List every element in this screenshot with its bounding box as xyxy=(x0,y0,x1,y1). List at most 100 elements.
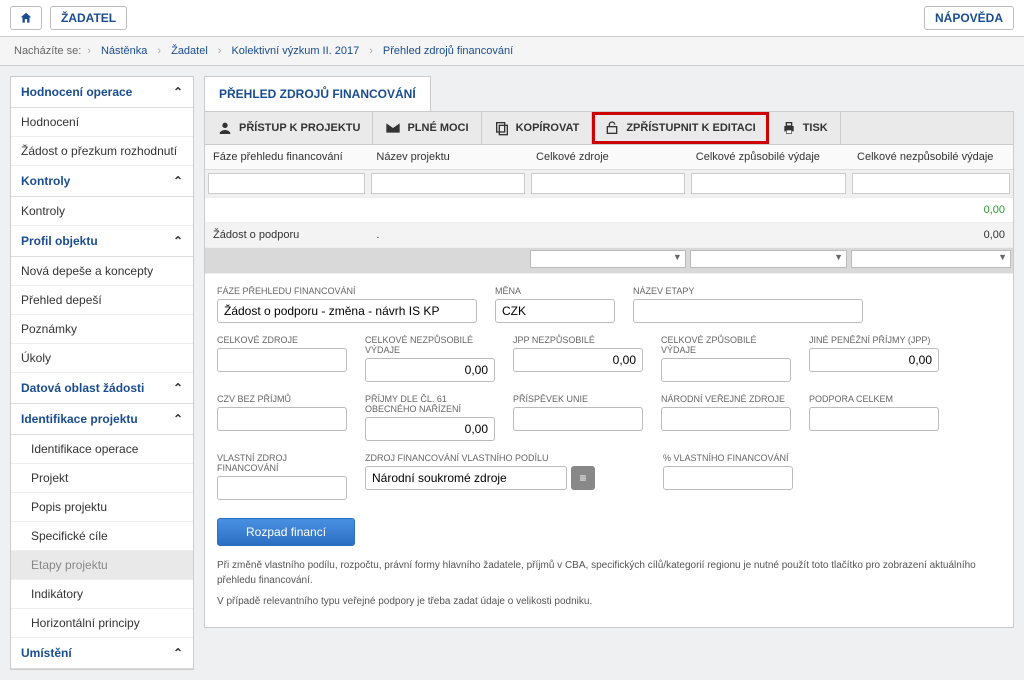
col-celkove-nezpusobile[interactable]: Celkové nezpůsobilé výdaje xyxy=(849,145,1013,170)
input-celkove-nezpusobile[interactable] xyxy=(365,358,495,382)
filter-nazev[interactable] xyxy=(371,173,525,194)
input-faze[interactable] xyxy=(217,299,477,323)
breadcrumb-item[interactable]: Kolektivní výzkum II. 2017 xyxy=(227,45,363,57)
lookup-button[interactable]: ≡ xyxy=(571,466,595,490)
tisk-button[interactable]: TISK xyxy=(769,112,841,144)
input-podpora[interactable] xyxy=(809,407,939,431)
people-icon xyxy=(217,120,233,136)
label-czv: CZV BEZ PŘÍJMŮ xyxy=(217,394,347,404)
paging-select[interactable] xyxy=(530,250,686,268)
col-celkove-zdroje[interactable]: Celkové zdroje xyxy=(528,145,688,170)
label-celkove-nezpusobile: CELKOVÉ NEZPŮSOBILÉ VÝDAJE xyxy=(365,335,495,355)
zadatel-button[interactable]: ŽADATEL xyxy=(50,6,127,30)
filter-zpusobile[interactable] xyxy=(691,173,846,194)
input-nazev-etapy[interactable] xyxy=(633,299,863,323)
sidebar-item-nova-depese[interactable]: Nová depeše a koncepty xyxy=(11,257,193,286)
label-faze: FÁZE PŘEHLEDU FINANCOVÁNÍ xyxy=(217,286,477,296)
label-jpp-nezpusobile: JPP NEZPŮSOBILÉ xyxy=(513,335,643,345)
chevron-up-icon: ⌃ xyxy=(173,646,183,660)
table-row[interactable]: Žádost o podporu . 0,00 xyxy=(205,223,1013,248)
print-icon xyxy=(781,120,797,136)
sidebar-group-hodnoceni-operace[interactable]: Hodnocení operace ⌃ xyxy=(11,77,193,108)
sidebar-group-umisteni[interactable]: Umístění ⌃ xyxy=(11,638,193,669)
chevron-up-icon: ⌃ xyxy=(173,412,183,426)
breadcrumb-label: Nacházíte se: xyxy=(14,45,81,57)
sidebar-group-kontroly[interactable]: Kontroly ⌃ xyxy=(11,166,193,197)
home-icon xyxy=(19,11,33,25)
label-celkove-zdroje: CELKOVÉ ZDROJE xyxy=(217,335,347,345)
home-button[interactable] xyxy=(10,6,42,30)
col-nazev[interactable]: Název projektu xyxy=(368,145,528,170)
chevron-up-icon: ⌃ xyxy=(173,85,183,99)
input-vlastni-zdroj[interactable] xyxy=(217,476,347,500)
label-jpp: JINÉ PENĚŽNÍ PŘÍJMY (JPP) xyxy=(809,335,939,345)
plne-moci-button[interactable]: PLNÉ MOCI xyxy=(373,112,481,144)
input-narodni[interactable] xyxy=(661,407,791,431)
sidebar-item-hodnoceni[interactable]: Hodnocení xyxy=(11,108,193,137)
sidebar-item-prehled-depesi[interactable]: Přehled depeší xyxy=(11,286,193,315)
label-mena: MĚNA xyxy=(495,286,615,296)
filter-faze[interactable] xyxy=(208,173,365,194)
input-celkove-zdroje[interactable] xyxy=(217,348,347,372)
note-text-2: V případě relevantního typu veřejné podp… xyxy=(217,594,1001,609)
table-row[interactable]: 0,00 xyxy=(205,198,1013,223)
sidebar: Hodnocení operace ⌃ Hodnocení Žádost o p… xyxy=(10,76,194,670)
filter-nezpusobile[interactable] xyxy=(852,173,1010,194)
input-jpp-nezpusobile[interactable] xyxy=(513,348,643,372)
note-text-1: Při změně vlastního podílu, rozpočtu, pr… xyxy=(217,558,1001,588)
breadcrumb: Nacházíte se: › Nástěnka › Žadatel › Kol… xyxy=(0,37,1024,66)
unlock-icon xyxy=(604,120,620,136)
sidebar-group-datova-oblast[interactable]: Datová oblast žádosti ⌃ xyxy=(11,373,193,404)
copy-icon xyxy=(494,120,510,136)
col-celkove-zpusobile[interactable]: Celkové způsobilé výdaje xyxy=(688,145,849,170)
sidebar-item-poznamky[interactable]: Poznámky xyxy=(11,315,193,344)
chevron-up-icon: ⌃ xyxy=(173,381,183,395)
breadcrumb-item[interactable]: Žadatel xyxy=(167,45,212,57)
sidebar-item-kontroly[interactable]: Kontroly xyxy=(11,197,193,226)
input-celkove-zpusobile[interactable] xyxy=(661,358,791,382)
breadcrumb-item[interactable]: Přehled zdrojů financování xyxy=(379,45,517,57)
chevron-up-icon: ⌃ xyxy=(173,174,183,188)
label-narodni: NÁRODNÍ VEŘEJNÉ ZDROJE xyxy=(661,394,791,404)
kopirovat-button[interactable]: KOPÍROVAT xyxy=(482,112,593,144)
input-pct-vlastniho[interactable] xyxy=(663,466,793,490)
input-zdroj-vlastniho[interactable] xyxy=(365,466,567,490)
sidebar-item-indikatory[interactable]: Indikátory xyxy=(11,580,193,609)
paging-select[interactable] xyxy=(690,250,847,268)
panel-title: PŘEHLED ZDROJŮ FINANCOVÁNÍ xyxy=(204,76,431,111)
paging-select[interactable] xyxy=(851,250,1011,268)
sidebar-item-horizontalni-principy[interactable]: Horizontální principy xyxy=(11,609,193,638)
pristup-k-projektu-button[interactable]: PŘÍSTUP K PROJEKTU xyxy=(205,112,373,144)
sidebar-item-zadost-prezkum[interactable]: Žádost o přezkum rozhodnutí xyxy=(11,137,193,166)
rozpad-financi-button[interactable]: Rozpad financí xyxy=(217,518,355,546)
input-jpp[interactable] xyxy=(809,348,939,372)
chevron-up-icon: ⌃ xyxy=(173,234,183,248)
sidebar-item-ukoly[interactable]: Úkoly xyxy=(11,344,193,373)
zpristupnit-k-editaci-button[interactable]: ZPŘÍSTUPNIT K EDITACI xyxy=(592,112,768,144)
table-paging xyxy=(205,248,1013,274)
financing-table: Fáze přehledu financování Název projektu… xyxy=(205,145,1013,274)
label-prijmy61: PŘÍJMY DLE ČL. 61 OBECNÉHO NAŘÍZENÍ xyxy=(365,394,495,414)
input-czv[interactable] xyxy=(217,407,347,431)
sidebar-group-identifikace-projektu[interactable]: Identifikace projektu ⌃ xyxy=(11,404,193,435)
sidebar-item-identifikace-operace[interactable]: Identifikace operace xyxy=(11,435,193,464)
filter-zdroje[interactable] xyxy=(531,173,685,194)
list-icon: ≡ xyxy=(579,471,586,485)
input-mena[interactable] xyxy=(495,299,615,323)
sidebar-item-projekt[interactable]: Projekt xyxy=(11,464,193,493)
sidebar-group-profil-objektu[interactable]: Profil objektu ⌃ xyxy=(11,226,193,257)
col-faze[interactable]: Fáze přehledu financování xyxy=(205,145,368,170)
input-prijmy61[interactable] xyxy=(365,417,495,441)
label-podpora: PODPORA CELKEM xyxy=(809,394,939,404)
input-prispevek-unie[interactable] xyxy=(513,407,643,431)
envelope-icon xyxy=(385,120,401,136)
breadcrumb-item[interactable]: Nástěnka xyxy=(97,45,151,57)
label-prispevek-unie: PŘÍSPĚVEK UNIE xyxy=(513,394,643,404)
label-zdroj-vlastniho: ZDROJ FINANCOVÁNÍ VLASTNÍHO PODÍLU xyxy=(365,453,595,463)
label-nazev-etapy: NÁZEV ETAPY xyxy=(633,286,863,296)
label-celkove-zpusobile: CELKOVÉ ZPŮSOBILÉ VÝDAJE xyxy=(661,335,791,355)
sidebar-item-etapy-projektu[interactable]: Etapy projektu xyxy=(11,551,193,580)
napoveda-button[interactable]: NÁPOVĚDA xyxy=(924,6,1014,30)
label-vlastni-zdroj: VLASTNÍ ZDROJ FINANCOVÁNÍ xyxy=(217,453,347,473)
sidebar-item-popis-projektu[interactable]: Popis projektu xyxy=(11,493,193,522)
